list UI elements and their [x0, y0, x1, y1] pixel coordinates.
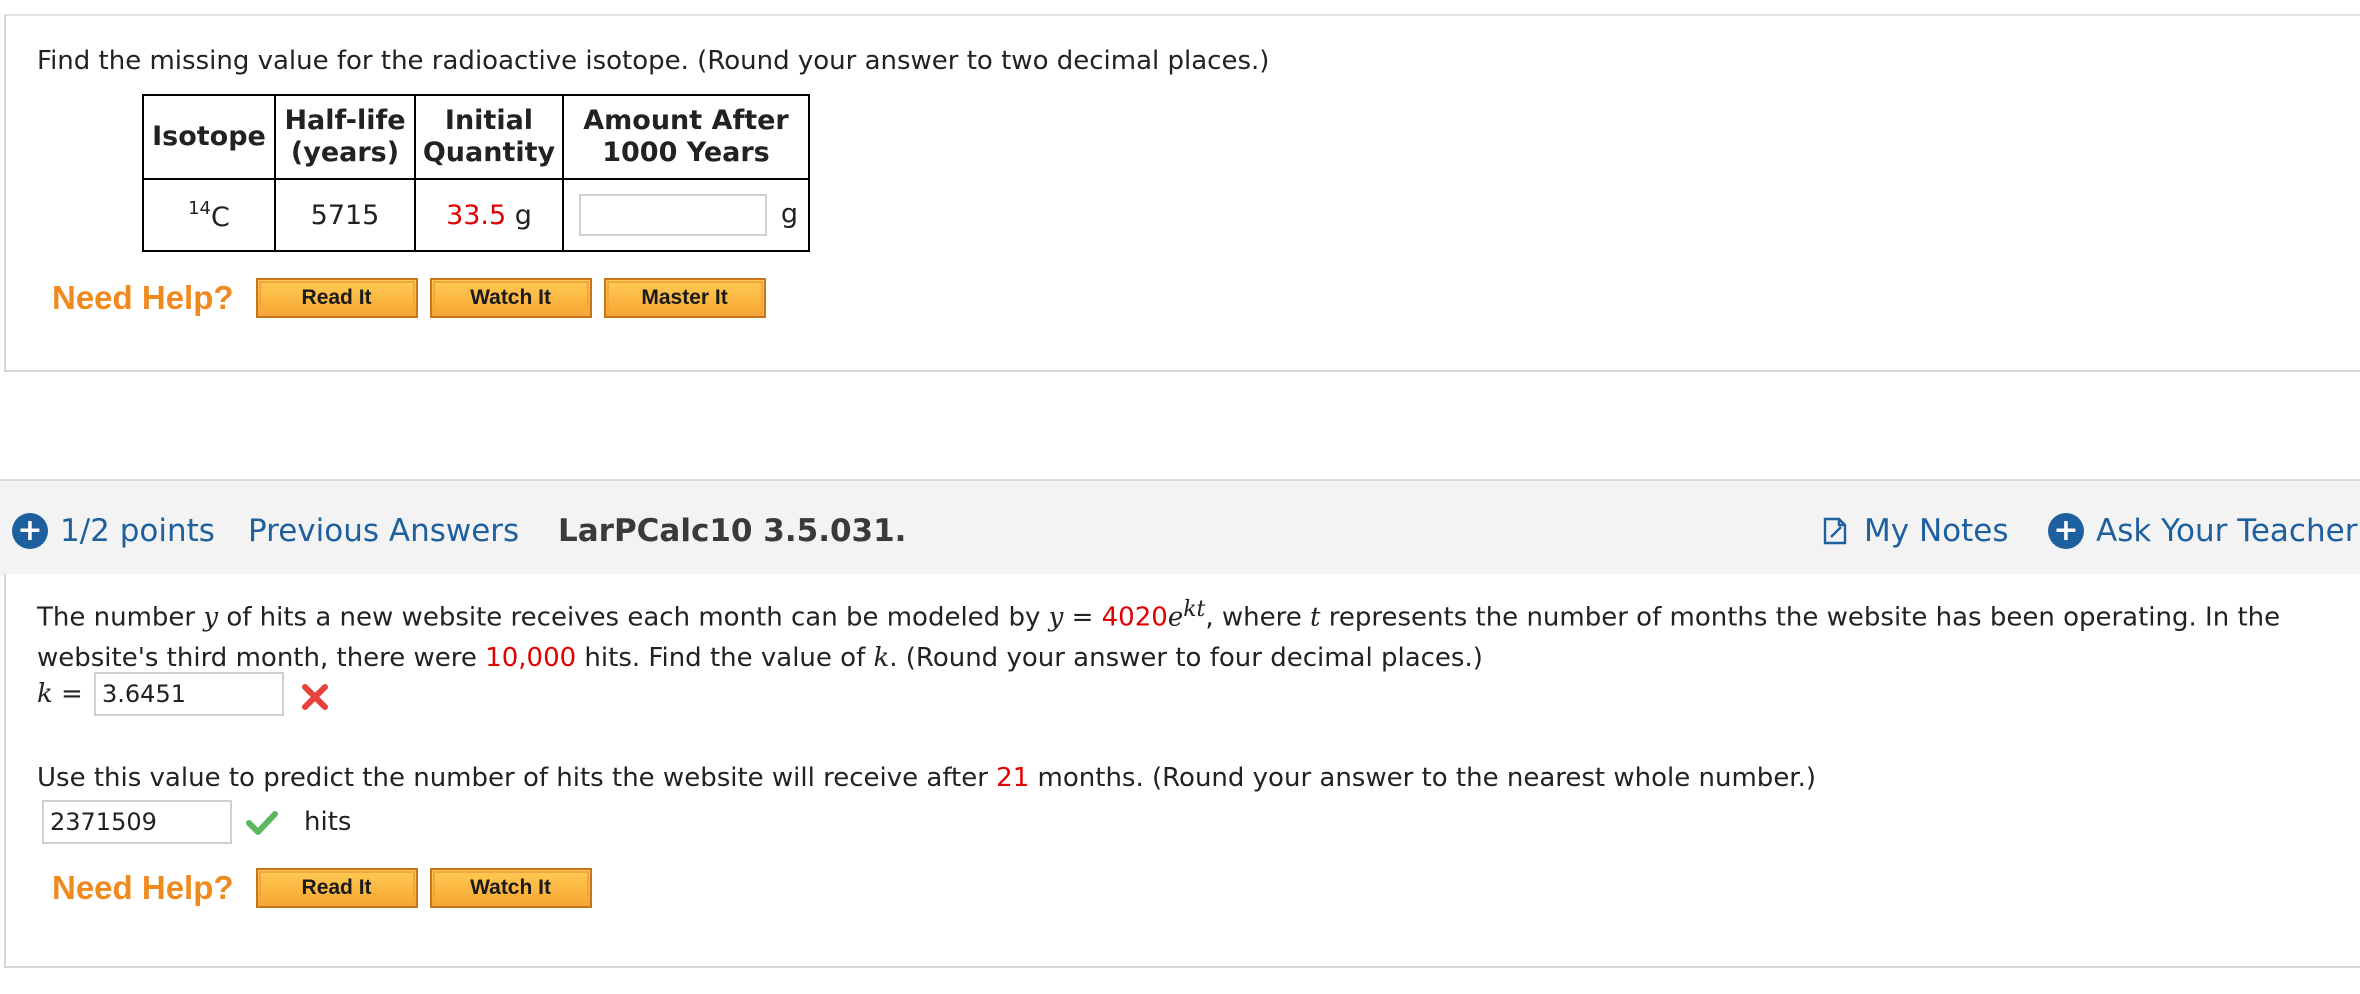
points-toggle[interactable]: + 1/2 points — [12, 513, 215, 549]
header-initial-quantity: Initial Quantity — [414, 94, 564, 180]
header-half-life: Half-life (years) — [274, 94, 416, 180]
months-value: 21 — [996, 763, 1030, 793]
k-label: k = — [37, 679, 83, 709]
correct-check-icon — [246, 811, 278, 835]
notes-icon — [1823, 517, 1847, 545]
plus-circle-icon: + — [2048, 513, 2084, 549]
header-isotope: Isotope — [142, 94, 276, 180]
hits-answer-input[interactable]: 2371509 — [42, 800, 232, 844]
question-1-instruction: Find the missing value for the radioacti… — [37, 46, 1270, 76]
initial-quantity-cell: 33.5 g — [414, 178, 564, 252]
question-2-header: + 1/2 points Previous Answers LarPCalc10… — [0, 479, 2360, 576]
k-answer-input[interactable]: 3.6451 — [94, 672, 284, 716]
question-2-text: The number y of hits a new website recei… — [37, 597, 2281, 673]
amount-after-cell: g — [562, 178, 810, 252]
hits-value: 10,000 — [485, 642, 577, 673]
points-label: 1/2 points — [60, 513, 215, 549]
header-amount-after: Amount After 1000 Years — [562, 94, 810, 180]
previous-answers-link[interactable]: Previous Answers — [248, 513, 519, 549]
incorrect-x-icon — [302, 684, 328, 710]
need-help-label: Need Help? — [52, 869, 234, 906]
question-2-part-2-text: Use this value to predict the number of … — [37, 763, 1817, 793]
need-help-bar-2: Need Help? Read It Watch It — [52, 868, 604, 908]
question-panel-1: Find the missing value for the radioacti… — [4, 14, 2360, 372]
plus-circle-icon: + — [12, 513, 48, 549]
half-life-cell: 5715 — [274, 178, 416, 252]
watch-it-button[interactable]: Watch It — [429, 868, 592, 908]
hits-unit-label: hits — [304, 807, 352, 837]
problem-id: LarPCalc10 3.5.031. — [558, 513, 907, 549]
read-it-button[interactable]: Read It — [255, 278, 418, 318]
ask-your-teacher-link[interactable]: + Ask Your Teacher — [2048, 513, 2357, 549]
isotope-table: Isotope Half-life (years) Initial Quantity… — [142, 94, 810, 252]
table-row: 14C 5715 33.5 g g — [142, 178, 810, 252]
coefficient-value: 4020 — [1101, 602, 1168, 633]
my-notes-link[interactable]: My Notes — [1820, 513, 2008, 549]
isotope-cell: 14C — [142, 178, 276, 252]
need-help-bar-1: Need Help? Read It Watch It Master It — [52, 278, 778, 318]
master-it-button[interactable]: Master It — [603, 278, 766, 318]
question-panel-2: The number y of hits a new website recei… — [4, 574, 2360, 968]
watch-it-button[interactable]: Watch It — [429, 278, 592, 318]
amount-after-input[interactable] — [578, 194, 767, 236]
read-it-button[interactable]: Read It — [255, 868, 418, 908]
need-help-label: Need Help? — [52, 279, 234, 316]
